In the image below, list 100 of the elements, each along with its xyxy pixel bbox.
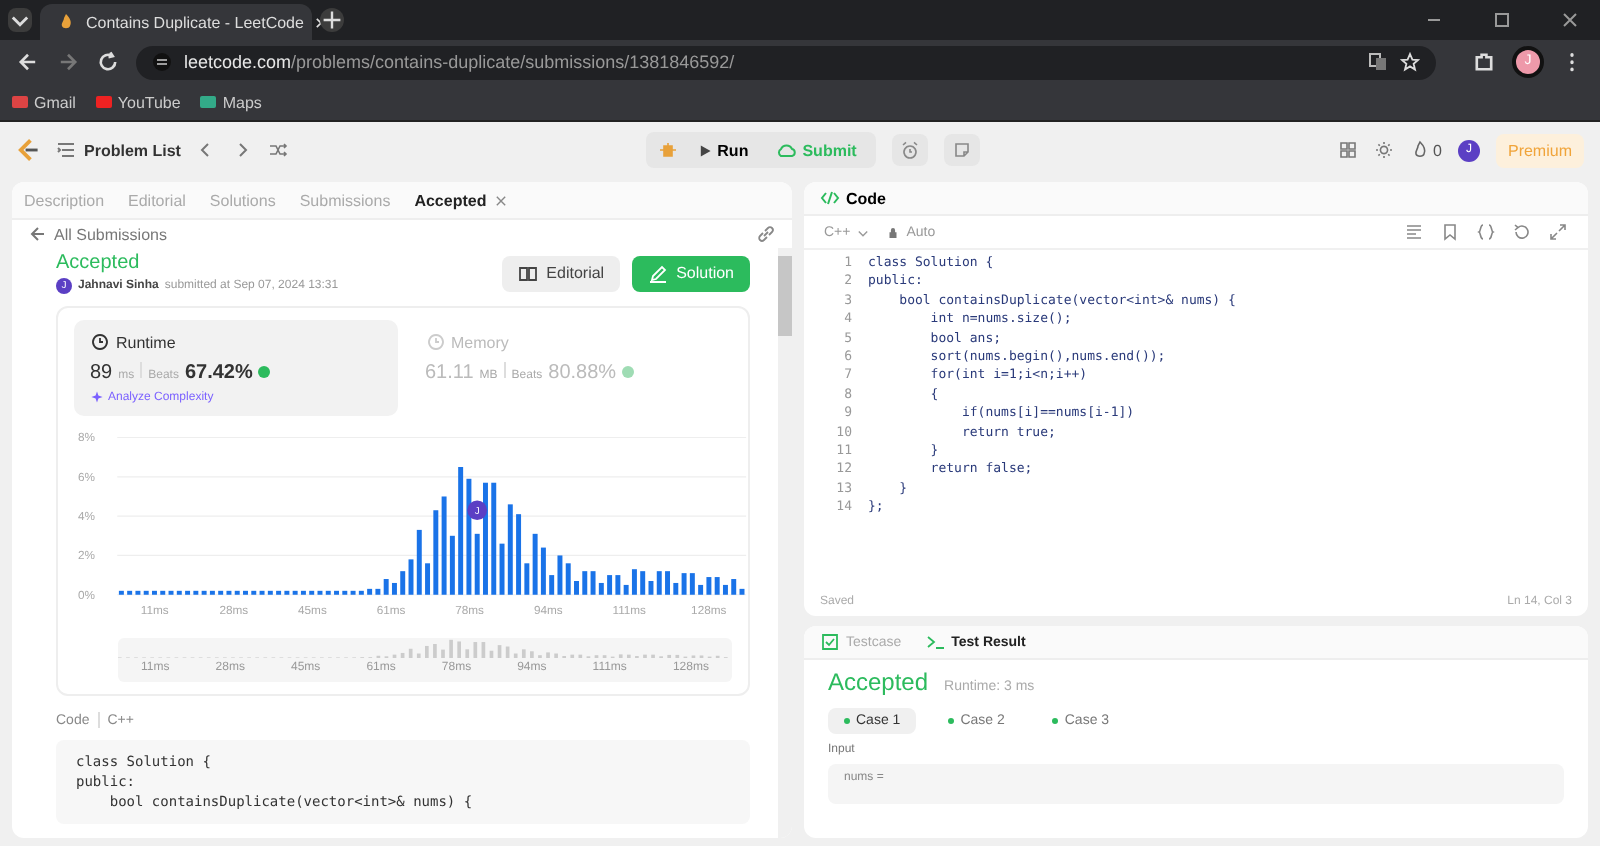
panel-tab[interactable]: Accepted xyxy=(414,191,509,209)
histogram-bar[interactable] xyxy=(267,590,273,595)
histogram-bar[interactable] xyxy=(226,590,232,595)
histogram-bar[interactable] xyxy=(731,579,737,595)
tab-search-icon[interactable] xyxy=(8,8,32,32)
histogram-bar[interactable] xyxy=(698,584,704,595)
histogram-bar[interactable] xyxy=(648,581,654,595)
histogram-bar[interactable] xyxy=(499,543,505,595)
histogram-bar[interactable] xyxy=(507,504,513,595)
histogram-bar[interactable] xyxy=(540,547,546,595)
histogram-bar[interactable] xyxy=(143,590,149,595)
reload-icon[interactable] xyxy=(96,50,120,74)
histogram-bar[interactable] xyxy=(689,573,695,595)
histogram-bar[interactable] xyxy=(400,571,406,595)
shuffle-icon[interactable] xyxy=(268,140,289,160)
histogram-bar[interactable] xyxy=(152,590,157,595)
histogram-bar[interactable] xyxy=(176,590,182,595)
extensions-icon[interactable] xyxy=(1472,50,1496,74)
histogram-bar[interactable] xyxy=(623,584,629,595)
histogram-bar[interactable] xyxy=(350,590,356,595)
histogram-bar[interactable] xyxy=(209,590,215,595)
histogram-bar[interactable] xyxy=(673,582,679,595)
solution-button[interactable]: Solution xyxy=(632,255,750,291)
histogram-bar[interactable] xyxy=(168,590,174,595)
histogram-bar[interactable] xyxy=(532,533,538,595)
histogram-bar[interactable] xyxy=(276,590,282,595)
histogram-bar[interactable] xyxy=(516,514,522,595)
histogram-bar[interactable] xyxy=(449,535,455,595)
bookmark-link[interactable]: Maps xyxy=(200,93,262,111)
histogram-bar[interactable] xyxy=(234,590,240,595)
histogram-bar[interactable] xyxy=(334,590,339,595)
alarm-clock-icon[interactable] xyxy=(892,134,929,166)
histogram-bar[interactable] xyxy=(300,590,306,595)
bookmark-link[interactable]: Gmail xyxy=(12,93,76,111)
streak-counter[interactable]: 0 xyxy=(1409,140,1442,160)
histogram-bar[interactable] xyxy=(375,588,381,595)
histogram-bar[interactable] xyxy=(309,590,315,595)
editorial-button[interactable]: Editorial xyxy=(502,255,621,291)
braces-icon[interactable] xyxy=(1476,222,1496,242)
histogram-bar[interactable] xyxy=(549,575,555,595)
histogram-bar[interactable] xyxy=(135,590,141,595)
expand-icon[interactable] xyxy=(1548,222,1568,242)
histogram-bar[interactable] xyxy=(416,529,422,595)
bookmark-link[interactable]: YouTube xyxy=(95,93,181,111)
histogram-bar[interactable] xyxy=(342,590,348,595)
histogram-bar[interactable] xyxy=(383,579,389,595)
undo-icon[interactable] xyxy=(1512,222,1532,242)
histogram-bar[interactable] xyxy=(391,582,397,595)
address-bar[interactable]: leetcode.com/problems/contains-duplicate/submissions/1381846592/ xyxy=(136,45,1436,79)
histogram-bar[interactable] xyxy=(458,467,464,595)
histogram-bar[interactable] xyxy=(631,569,637,595)
histogram-bar[interactable] xyxy=(425,563,431,595)
histogram-bar[interactable] xyxy=(259,590,265,595)
link-icon[interactable] xyxy=(756,224,776,244)
histogram-bar[interactable] xyxy=(441,496,447,595)
histogram-bar[interactable] xyxy=(218,590,224,595)
histogram-bar[interactable] xyxy=(739,588,745,595)
histogram-bar[interactable] xyxy=(706,577,712,595)
histogram-bar[interactable] xyxy=(433,510,439,595)
histogram-bar[interactable] xyxy=(408,559,414,595)
histogram-bar[interactable] xyxy=(251,590,257,595)
back-icon[interactable] xyxy=(16,50,40,74)
histogram-bar[interactable] xyxy=(118,590,124,595)
histogram-bar[interactable] xyxy=(607,575,613,595)
histogram-bar[interactable] xyxy=(243,590,248,595)
histogram-bar[interactable] xyxy=(491,482,497,595)
translate-icon[interactable] xyxy=(1368,52,1388,72)
close-icon[interactable] xyxy=(1560,10,1580,30)
histogram-bar[interactable] xyxy=(656,571,662,595)
histogram-bar[interactable] xyxy=(160,590,166,595)
histogram-bar[interactable] xyxy=(565,563,571,595)
histogram-bar[interactable] xyxy=(474,533,480,595)
histogram-bar[interactable] xyxy=(598,582,604,595)
histogram-bar[interactable] xyxy=(722,584,728,595)
layout-icon[interactable] xyxy=(1337,140,1358,160)
histogram-bar[interactable] xyxy=(127,590,133,595)
histogram-bar[interactable] xyxy=(185,590,191,595)
histogram-bar[interactable] xyxy=(590,571,596,595)
histogram-bar[interactable] xyxy=(201,590,207,595)
note-icon[interactable] xyxy=(944,134,981,166)
histogram-bar[interactable] xyxy=(524,563,530,595)
histogram-bar[interactable] xyxy=(466,478,472,595)
histogram-bar[interactable] xyxy=(582,571,588,595)
histogram-bar[interactable] xyxy=(681,573,687,595)
bookmark-star-icon[interactable] xyxy=(1400,52,1420,72)
problem-list-button[interactable]: Problem List xyxy=(56,140,181,160)
histogram-bar[interactable] xyxy=(292,590,298,595)
maximize-icon[interactable] xyxy=(1492,10,1512,30)
histogram-bar[interactable] xyxy=(615,575,621,595)
histogram-bar[interactable] xyxy=(193,590,199,595)
logo-icon[interactable] xyxy=(16,138,40,162)
histogram-bar[interactable] xyxy=(640,571,646,595)
histogram-bar[interactable] xyxy=(714,577,720,595)
new-tab-icon[interactable] xyxy=(320,8,344,32)
histogram-bar[interactable] xyxy=(358,590,364,595)
bookmark-icon[interactable] xyxy=(1440,222,1460,242)
histogram-bar[interactable] xyxy=(325,590,331,595)
settings-icon[interactable] xyxy=(1373,140,1394,160)
histogram-bar[interactable] xyxy=(557,555,563,595)
run-button[interactable]: Run xyxy=(689,137,757,163)
